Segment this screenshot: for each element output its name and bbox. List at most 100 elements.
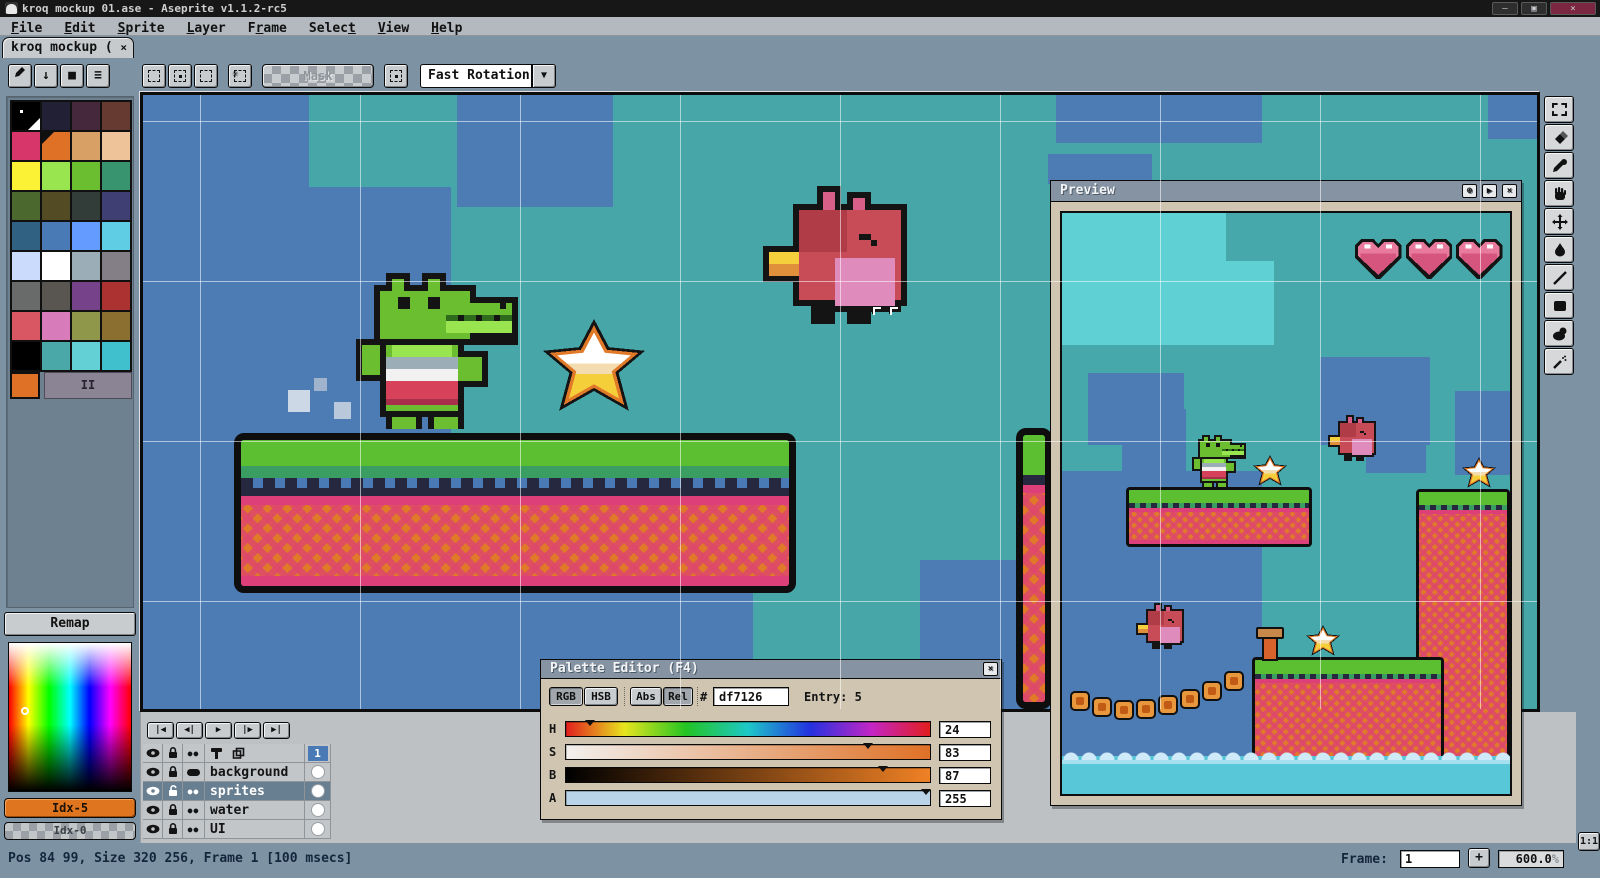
palette-swatch-15[interactable] [102,192,130,220]
palette-swatch-21[interactable] [42,252,70,280]
palette-swatch-23[interactable] [102,252,130,280]
next-frame-button[interactable]: |▶ [234,722,261,739]
layer-continuous-toggle[interactable] [183,763,205,781]
skip-to-start-button[interactable]: |◀ [147,722,174,739]
play-icon[interactable]: ▶ [1482,184,1497,198]
play-button[interactable]: ▶ [205,722,232,739]
layer-name[interactable]: UI [205,820,305,838]
layer-lock-toggle[interactable] [163,801,183,819]
document-tab[interactable]: × kroq mockup ( [2,37,134,58]
palette-swatch-0[interactable] [12,102,40,130]
palette-swatch-19[interactable] [102,222,130,250]
slider-track-A[interactable] [565,789,932,806]
layer-continuous-toggle[interactable]: ●● [183,820,205,838]
palette-swatch-9[interactable] [42,162,70,190]
lock-icon[interactable] [163,744,183,762]
palette-swatch-26[interactable] [72,282,100,310]
slider-value-H[interactable]: 24 [939,721,991,738]
palette-swatch-31[interactable] [102,312,130,340]
grid-settings-button[interactable] [384,64,408,88]
preview-close-icon[interactable]: × [1502,184,1517,198]
palette-editor-close-icon[interactable]: × [983,662,998,676]
palette-swatch-4[interactable] [12,132,40,160]
slider-marker-icon[interactable] [877,766,888,772]
palette-rest-bar[interactable]: II [44,372,132,399]
layer-continuous-toggle[interactable]: ●● [183,782,205,800]
layer-visible-toggle[interactable] [143,763,163,781]
tool-line[interactable] [1544,264,1574,291]
rotation-algorithm-select[interactable]: Fast Rotation [420,64,532,88]
menu-lines-button[interactable]: ≡ [86,64,110,88]
slider-marker-icon[interactable] [921,789,932,795]
palette-swatch-20[interactable] [12,252,40,280]
cel-icon[interactable] [311,804,324,816]
skip-to-end-button[interactable]: ▶| [263,722,290,739]
palette-swatch-35[interactable] [102,342,130,370]
select-subtract-button[interactable] [194,64,218,88]
spectrum-cursor[interactable] [21,707,29,715]
abs-button[interactable]: Abs [630,687,662,706]
index-0-color-button[interactable]: Idx-0 [4,822,136,840]
palette-swatch-18[interactable] [72,222,100,250]
layer-row-UI[interactable]: ●● UI [143,820,331,839]
hex-color-input[interactable] [713,687,789,706]
palette-swatch-24[interactable] [12,282,40,310]
palette-swatch-7[interactable] [102,132,130,160]
select-add-button[interactable] [168,64,192,88]
palette-swatch-13[interactable] [42,192,70,220]
preview-titlebar[interactable]: Preview ⊕ ▶ × [1051,181,1521,201]
color-spectrum-picker[interactable] [8,642,132,792]
arrow-down-button[interactable]: ↓ [34,64,58,88]
maximize-button[interactable]: ▣ [1521,2,1547,15]
layer-cel[interactable] [305,801,331,819]
palette-swatch-1[interactable] [42,102,70,130]
palette-swatch-17[interactable] [42,222,70,250]
cel-icon[interactable] [311,766,324,778]
palette-swatch-10[interactable] [72,162,100,190]
layer-visible-toggle[interactable] [143,820,163,838]
layer-lock-toggle[interactable] [163,782,183,800]
cel-icon[interactable] [311,823,324,835]
palette-swatch-22[interactable] [72,252,100,280]
slider-value-A[interactable]: 255 [939,790,991,807]
palette-swatch-25[interactable] [42,282,70,310]
pixel-ratio-button[interactable]: 1:1 [1578,832,1600,851]
layer-visible-toggle[interactable] [143,801,163,819]
layer-name[interactable]: water [205,801,305,819]
layer-visible-toggle[interactable] [143,782,163,800]
add-frame-button[interactable]: + [1468,848,1490,868]
tool-move[interactable] [1544,208,1574,235]
eye-icon[interactable] [143,744,163,762]
hammer-icon[interactable] [205,744,305,762]
layer-cel[interactable] [305,763,331,781]
palette-swatch-8[interactable] [12,162,40,190]
rgb-button[interactable]: RGB [549,687,583,706]
slider-marker-icon[interactable] [863,743,874,749]
remap-button[interactable]: Remap [4,612,136,636]
layer-lock-toggle[interactable] [163,763,183,781]
layer-row-sprites[interactable]: ●● sprites [143,782,331,801]
chevron-down-icon[interactable]: ▼ [532,64,556,88]
layer-row-background[interactable]: background [143,763,331,782]
layer-continuous-toggle[interactable]: ●● [183,801,205,819]
select-replace-button[interactable] [142,64,166,88]
tool-eraser[interactable] [1544,124,1574,151]
palette-swatch-28[interactable] [12,312,40,340]
cel-icon[interactable] [311,785,324,797]
tool-spray[interactable] [1544,348,1574,375]
tool-hand[interactable] [1544,180,1574,207]
mask-button[interactable]: Mask [262,64,374,88]
slider-value-S[interactable]: 83 [939,744,991,761]
palette-swatch-11[interactable] [102,162,130,190]
pencil-mode-button[interactable] [8,64,32,88]
palette-swatch-33[interactable] [42,342,70,370]
tool-paint-bucket[interactable] [1544,236,1574,263]
slider-track-S[interactable] [565,743,931,760]
slider-track-H[interactable] [565,720,931,737]
palette-swatch-14[interactable] [72,192,100,220]
minimize-button[interactable]: – [1492,2,1518,15]
continuous-icon[interactable]: ●● [183,744,205,762]
prev-frame-button[interactable]: ◀| [176,722,203,739]
slider-track-B[interactable] [565,766,931,783]
palette-swatch-29[interactable] [42,312,70,340]
